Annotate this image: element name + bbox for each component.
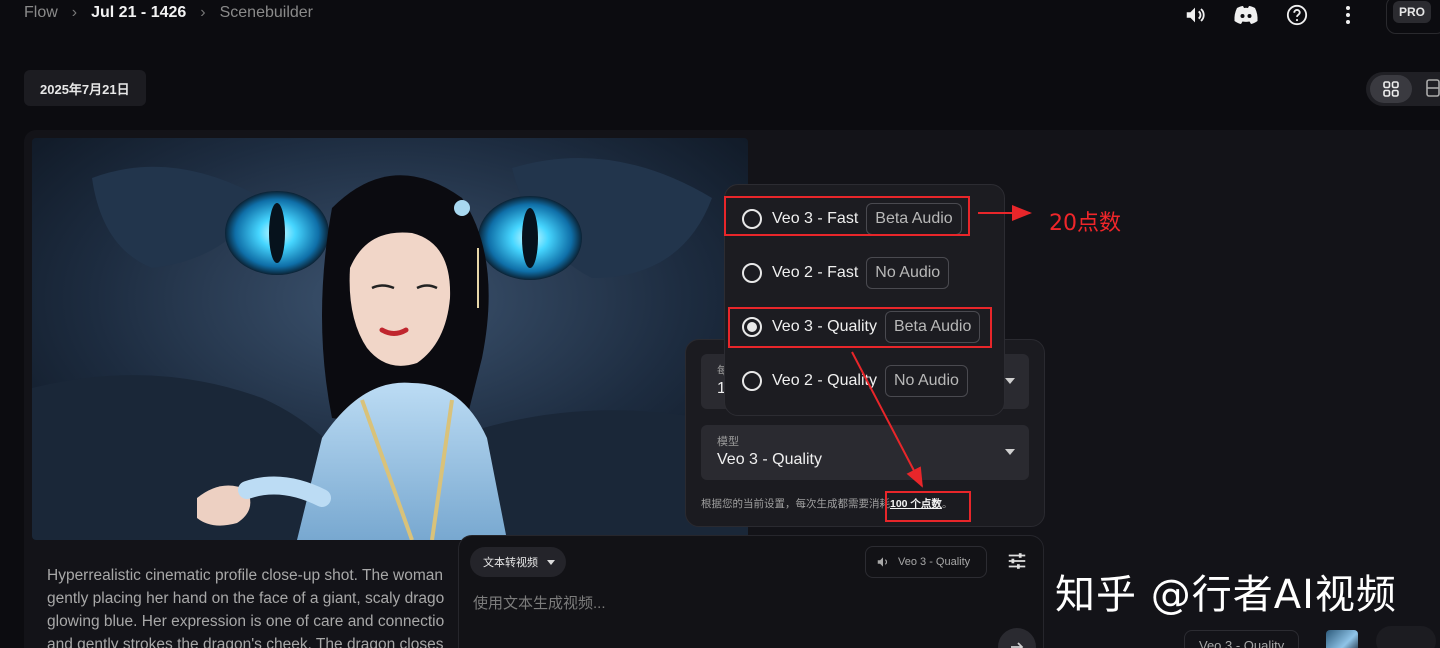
mode-select[interactable]: 文本转视频 — [470, 547, 566, 577]
tune-icon[interactable] — [1006, 550, 1030, 574]
prompt-input[interactable]: 使用文本生成视频... — [473, 592, 606, 613]
menu-button[interactable] — [1376, 626, 1436, 648]
mode-label: 文本转视频 — [483, 557, 538, 569]
caret-down-icon — [547, 560, 555, 565]
watermark: 知乎 @行者AI视频 — [1055, 572, 1397, 618]
bottom-model-chip[interactable]: Veo 3 - Quality — [1184, 630, 1300, 648]
composer-model-label: Veo 3 - Quality — [898, 556, 971, 568]
composer-model-chip[interactable]: Veo 3 - Quality — [865, 546, 988, 578]
arrow-right-icon — [1011, 642, 1024, 648]
thumbnail-image[interactable] — [1326, 630, 1358, 648]
annotation-label: 20点数 — [1049, 211, 1121, 236]
volume-icon — [877, 557, 888, 567]
